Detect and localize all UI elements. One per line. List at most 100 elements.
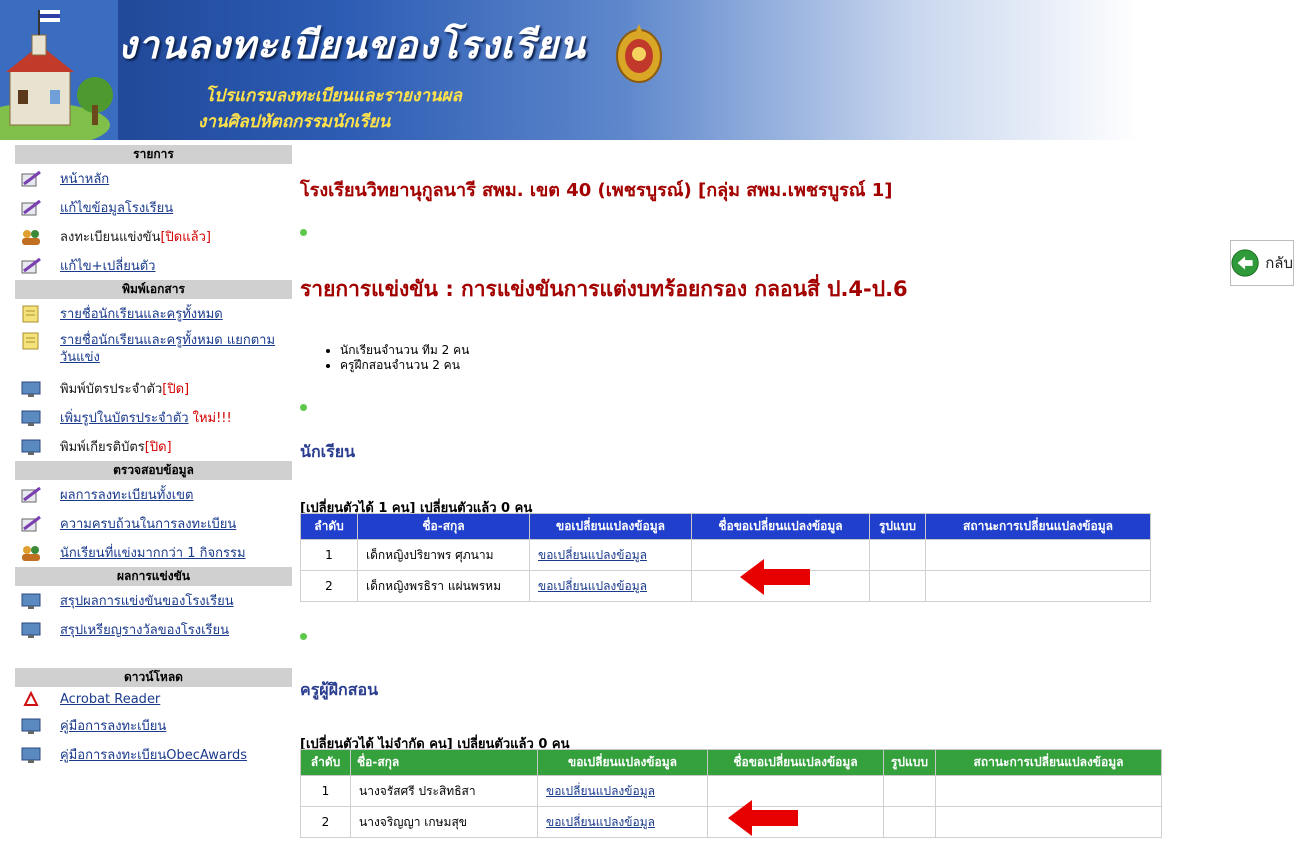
new-tag: ใหม่!!!: [192, 411, 232, 426]
table-row: 2 เด็กหญิงพรธิรา แผ่นพรหม ขอเปลี่ยนแปลงข…: [300, 570, 1151, 602]
sidebar-heading-download: ดาวน์โหลด: [15, 668, 292, 687]
column-header: ลำดับ: [300, 513, 358, 540]
back-button[interactable]: กลับ: [1230, 240, 1294, 286]
pencil-icon: [21, 170, 41, 186]
column-header: ชื่อ-สกุล: [357, 513, 530, 540]
request-change-link[interactable]: ขอเปลี่ยนแปลงข้อมูล: [546, 784, 655, 798]
sidebar-text: ลงทะเบียนแข่งขัน: [60, 230, 161, 245]
sidebar-item-acrobat[interactable]: Acrobat Reader: [0, 687, 292, 711]
pencil-icon: [21, 515, 41, 531]
computer-icon: [21, 410, 41, 426]
teachers-heading: ครูผู้ฝึกสอน: [300, 680, 379, 699]
sidebar-item-manual[interactable]: คู่มือการลงทะเบียน: [0, 711, 292, 740]
banner-subtitle: โปรแกรมลงทะเบียนและรายงานผล: [205, 86, 462, 106]
bullet-dot: [300, 633, 307, 640]
sidebar: รายการ หน้าหลัก แก้ไขข้อมูลโรงเรียน ลงทะ…: [0, 145, 292, 769]
sidebar-link[interactable]: รายชื่อนักเรียนและครูทั้งหมด: [60, 303, 223, 324]
teacher-name: นางจริญญา เกษมสุข: [350, 806, 538, 838]
red-arrow-icon: [740, 559, 810, 595]
pencil-icon: [21, 257, 41, 273]
student-name: เด็กหญิงพรธิรา แผ่นพรหม: [357, 570, 530, 602]
sidebar-link[interactable]: เพิ่มรูปในบัตรประจำตัว: [60, 407, 189, 428]
sidebar-link[interactable]: แก้ไข+เปลี่ยนตัว: [60, 255, 155, 276]
students-table: ลำดับ ชื่อ-สกุล ขอเปลี่ยนแปลงข้อมูล ชื่อ…: [300, 513, 1151, 602]
row-number: 2: [300, 806, 351, 838]
closed-tag: [ปิด]: [144, 440, 172, 455]
computer-icon: [21, 439, 41, 455]
school-building-illustration: [0, 0, 118, 140]
computer-icon: [21, 622, 41, 638]
row-number: 1: [300, 775, 351, 807]
sidebar-link[interactable]: รายชื่อนักเรียนและครูทั้งหมด แยกตามวันแข…: [60, 332, 280, 366]
sidebar-link[interactable]: ผลการลงทะเบียนทั้งเขต: [60, 484, 194, 505]
empty-cell: [935, 775, 1162, 807]
request-change-link[interactable]: ขอเปลี่ยนแปลงข้อมูล: [546, 815, 655, 829]
sidebar-item-all-names[interactable]: รายชื่อนักเรียนและครูทั้งหมด: [0, 299, 292, 328]
table-header-row: ลำดับ ชื่อ-สกุล ขอเปลี่ยนแปลงข้อมูล ชื่อ…: [300, 749, 1162, 776]
empty-cell: [925, 570, 1151, 602]
sidebar-item-edit-replace[interactable]: แก้ไข+เปลี่ยนตัว: [0, 251, 292, 280]
header-banner: งานลงทะเบียนของโรงเรียน โปรแกรมลงทะเบียน…: [0, 0, 1140, 140]
obec-emblem-icon: [616, 24, 662, 83]
school-name: โรงเรียนวิทยานุกูลนารี สพม. เขต 40 (เพชร…: [300, 180, 893, 201]
sidebar-item-names-by-day[interactable]: รายชื่อนักเรียนและครูทั้งหมด แยกตามวันแข…: [0, 328, 292, 374]
pencil-icon: [21, 199, 41, 215]
closed-tag: [ปิดแล้ว]: [160, 230, 211, 245]
list-item: ครูฝึกสอนจำนวน 2 คน: [340, 358, 469, 373]
column-header: รูปแบบ: [869, 513, 926, 540]
summary-list: นักเรียนจำนวน ทีม 2 คน ครูฝึกสอนจำนวน 2 …: [328, 343, 469, 373]
sidebar-link[interactable]: แก้ไขข้อมูลโรงเรียน: [60, 197, 173, 218]
sidebar-link[interactable]: ความครบถ้วนในการลงทะเบียน: [60, 513, 236, 534]
sidebar-heading-list: รายการ: [15, 145, 292, 164]
sidebar-link[interactable]: คู่มือการลงทะเบียน: [60, 715, 166, 736]
sidebar-item-manual-obec[interactable]: คู่มือการลงทะเบียนObecAwards: [0, 740, 292, 769]
column-header: ชื่อ-สกุล: [350, 749, 538, 776]
column-header: ลำดับ: [300, 749, 351, 776]
empty-cell: [935, 806, 1162, 838]
sidebar-item-print-card: พิมพ์บัตรประจำตัว [ปิด]: [0, 374, 292, 403]
request-change-link[interactable]: ขอเปลี่ยนแปลงข้อมูล: [538, 579, 647, 593]
computer-icon: [21, 747, 41, 763]
teacher-name: นางจรัสศรี ประสิทธิสา: [350, 775, 538, 807]
table-row: 1 เด็กหญิงปริยาพร ศุภนาม ขอเปลี่ยนแปลงข้…: [300, 539, 1151, 571]
sidebar-item-completeness[interactable]: ความครบถ้วนในการลงทะเบียน: [0, 509, 292, 538]
sidebar-link[interactable]: Acrobat Reader: [60, 692, 160, 707]
column-header: สถานะการเปลี่ยนแปลงข้อมูล: [935, 749, 1162, 776]
students-heading: นักเรียน: [300, 442, 355, 461]
student-name: เด็กหญิงปริยาพร ศุภนาม: [357, 539, 530, 571]
sidebar-link[interactable]: นักเรียนที่แข่งมากกว่า 1 กิจกรรม: [60, 542, 246, 563]
sidebar-item-home[interactable]: หน้าหลัก: [0, 164, 292, 193]
people-icon: [22, 545, 40, 561]
sidebar-link[interactable]: สรุปผลการแข่งขันของโรงเรียน: [60, 590, 234, 611]
sidebar-item-print-certificate: พิมพ์เกียรติบัตร [ปิด]: [0, 432, 292, 461]
bullet-dot: [300, 229, 307, 236]
back-arrow-icon: [1231, 249, 1259, 277]
note-icon: [22, 305, 39, 322]
sidebar-item-district-results[interactable]: ผลการลงทะเบียนทั้งเขต: [0, 480, 292, 509]
computer-icon: [21, 593, 41, 609]
sidebar-heading-check: ตรวจสอบข้อมูล: [15, 461, 292, 480]
sidebar-link[interactable]: สรุปเหรียญรางวัลของโรงเรียน: [60, 619, 229, 640]
sidebar-link[interactable]: หน้าหลัก: [60, 168, 109, 189]
column-header: ขอเปลี่ยนแปลงข้อมูล: [529, 513, 692, 540]
back-label: กลับ: [1265, 254, 1293, 272]
sidebar-item-medals[interactable]: สรุปเหรียญรางวัลของโรงเรียน: [0, 615, 292, 644]
banner-subtitle-2: งานศิลปหัตถกรรมนักเรียน: [198, 112, 391, 132]
row-number: 2: [300, 570, 358, 602]
computer-icon: [21, 718, 41, 734]
column-header: รูปแบบ: [883, 749, 936, 776]
sidebar-link[interactable]: คู่มือการลงทะเบียนObecAwards: [60, 744, 247, 765]
column-header: ชื่อขอเปลี่ยนแปลงข้อมูล: [691, 513, 870, 540]
note-icon: [22, 332, 39, 350]
sidebar-item-add-photo[interactable]: เพิ่มรูปในบัตรประจำตัว ใหม่!!!: [0, 403, 292, 432]
sidebar-text: พิมพ์เกียรติบัตร: [60, 440, 145, 455]
sidebar-text: พิมพ์บัตรประจำตัว: [60, 382, 163, 397]
column-header: ขอเปลี่ยนแปลงข้อมูล: [537, 749, 708, 776]
sidebar-item-multi-activity[interactable]: นักเรียนที่แข่งมากกว่า 1 กิจกรรม: [0, 538, 292, 567]
column-header: สถานะการเปลี่ยนแปลงข้อมูล: [925, 513, 1151, 540]
column-header: ชื่อขอเปลี่ยนแปลงข้อมูล: [707, 749, 884, 776]
sidebar-heading-results: ผลการแข่งขัน: [15, 567, 292, 586]
sidebar-item-summary[interactable]: สรุปผลการแข่งขันของโรงเรียน: [0, 586, 292, 615]
request-change-link[interactable]: ขอเปลี่ยนแปลงข้อมูล: [538, 548, 647, 562]
sidebar-item-edit-school[interactable]: แก้ไขข้อมูลโรงเรียน: [0, 193, 292, 222]
